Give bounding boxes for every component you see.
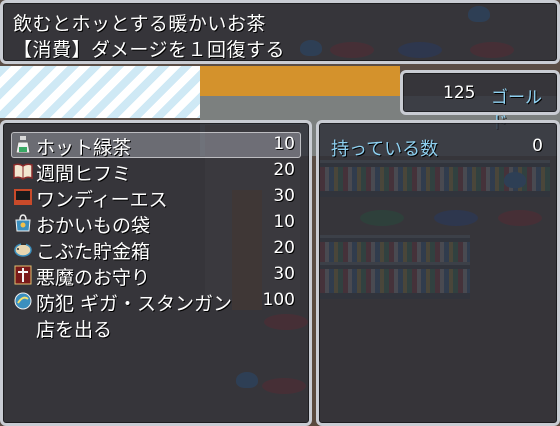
owned-count-label: 持っている数 (331, 139, 439, 160)
item-price: 30 (273, 186, 295, 206)
exit-shop-option[interactable]: 店を出る (11, 314, 301, 341)
bottle-icon (15, 136, 31, 154)
item-price: 100 (262, 290, 295, 310)
bag-icon (15, 214, 31, 232)
item-price: 20 (273, 160, 295, 180)
shop-item-devil-charm[interactable]: 悪魔のお守り 30 (11, 262, 301, 289)
item-name: 防犯 ギガ・スタンガン (36, 293, 233, 315)
item-price: 20 (273, 238, 295, 258)
book-icon (13, 163, 33, 180)
shop-item-hot-green-tea[interactable]: ホット緑茶 10 (11, 132, 301, 159)
shop-wall (200, 66, 400, 96)
shop-item-piggy-bank[interactable]: こぶた貯金箱 20 (11, 236, 301, 263)
gold-window: 125 ゴールド (400, 70, 560, 133)
item-name: こぶた貯金箱 (36, 241, 151, 263)
item-name: 週間ヒフミ (36, 163, 132, 185)
item-name: ワンディーエス (36, 189, 168, 211)
item-name: 悪魔のお守り (36, 267, 151, 289)
stun-gun-icon (14, 292, 32, 310)
status-window: 持っている数 0 (316, 120, 560, 426)
help-window: 飲むとホッとする暖かいお茶 【消費】ダメージを１回復する (0, 0, 560, 64)
shop-buy-window: ホット緑茶 10 週間ヒフミ 20 ワンディーエス 30 おかいもの袋 10 こ… (0, 120, 312, 426)
owned-count-value: 0 (532, 136, 543, 156)
device-icon (14, 189, 32, 205)
item-price: 30 (273, 264, 295, 284)
help-text-line-2: 【消費】ダメージを１回復する (13, 39, 286, 61)
shop-item-one-ds[interactable]: ワンディーエス 30 (11, 184, 301, 211)
awning-stripes (0, 66, 200, 118)
shop-item-weekly-hifumi[interactable]: 週間ヒフミ 20 (11, 158, 301, 185)
item-price: 10 (273, 134, 295, 154)
shop-item-giga-stun-gun[interactable]: 防犯 ギガ・スタンガン 100 (11, 288, 301, 315)
gold-amount: 125 (443, 83, 476, 103)
item-price: 10 (273, 212, 295, 232)
charm-icon (14, 265, 32, 285)
item-name: ホット緑茶 (36, 137, 132, 159)
item-name: おかいもの袋 (36, 215, 151, 237)
piggy-bank-icon (14, 243, 32, 257)
help-text-line-1: 飲むとホッとする暖かいお茶 (13, 13, 266, 35)
exit-shop-label: 店を出る (36, 319, 113, 341)
shop-item-shopping-bag[interactable]: おかいもの袋 10 (11, 210, 301, 237)
